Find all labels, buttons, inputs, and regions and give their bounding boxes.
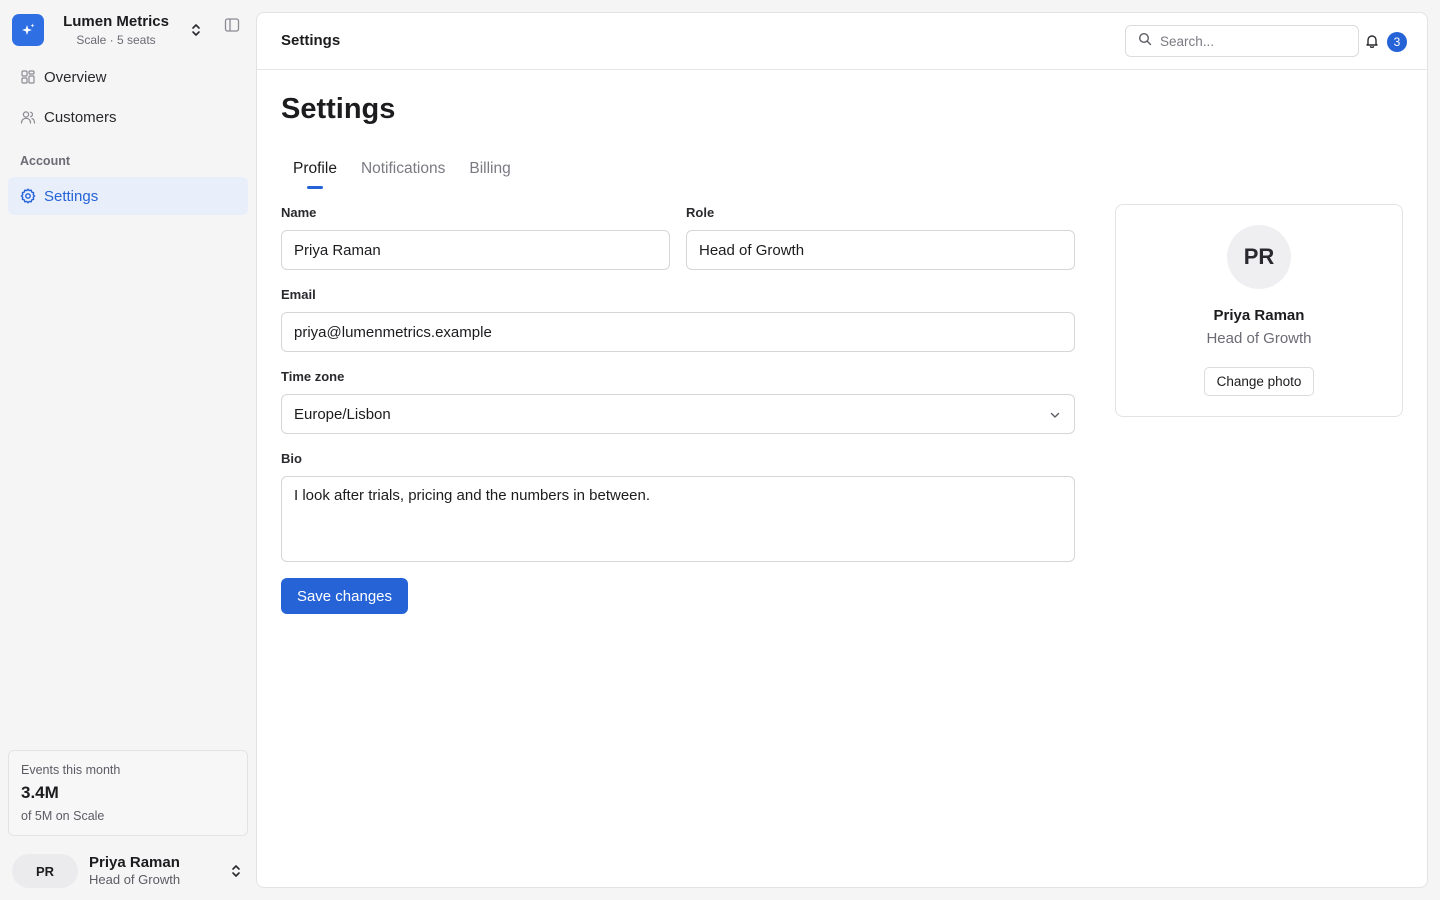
notification-badge[interactable]: 3 <box>1387 32 1407 52</box>
avatar: PR <box>12 854 78 888</box>
sidebar: Lumen Metrics Scale · 5 seats Overview C… <box>0 0 256 900</box>
user-menu[interactable]: PR Priya Raman Head of Growth <box>12 852 248 890</box>
chevron-down-icon <box>1048 408 1062 422</box>
search-input[interactable] <box>1160 33 1350 49</box>
usage-label: Events this month <box>21 763 121 777</box>
role-field[interactable] <box>686 230 1075 270</box>
user-name: Priya Raman <box>89 854 180 871</box>
workspace-switcher[interactable]: Lumen Metrics Scale · 5 seats <box>12 13 248 47</box>
settings-tabs: Profile Notifications Billing <box>281 159 523 191</box>
name-label: Name <box>281 205 317 220</box>
name-field[interactable] <box>281 230 670 270</box>
breadcrumb: Settings <box>281 32 341 49</box>
tab-notifications[interactable]: Notifications <box>349 159 457 191</box>
workspace-info: Lumen Metrics Scale · 5 seats <box>44 13 188 48</box>
page-title: Settings <box>281 93 396 125</box>
timezone-label: Time zone <box>281 369 345 384</box>
usage-value: 3.4M <box>21 783 59 802</box>
user-role: Head of Growth <box>89 872 181 887</box>
search-icon <box>1138 32 1152 51</box>
users-icon <box>20 109 36 125</box>
sidebar-item-customers[interactable]: Customers <box>8 98 248 136</box>
avatar: PR <box>1227 225 1291 289</box>
usage-card: Events this month 3.4M of 5M on Scale <box>8 750 248 836</box>
sidebar-toggle-icon[interactable] <box>224 17 240 33</box>
tab-billing[interactable]: Billing <box>457 159 522 191</box>
workspace-plan: Scale · 5 seats <box>76 32 156 47</box>
sidebar-item-label: Customers <box>44 108 117 126</box>
sparkles-icon <box>12 14 44 46</box>
email-label: Email <box>281 287 316 302</box>
bio-textarea[interactable]: I look after trials, pricing and the num… <box>281 476 1075 562</box>
sidebar-item-settings[interactable]: Settings <box>8 177 248 215</box>
sidebar-item-label: Settings <box>44 187 99 205</box>
profile-card: PR Priya Raman Head of Growth Change pho… <box>1115 204 1403 417</box>
profile-name: Priya Raman <box>1213 307 1305 324</box>
sidebar-section-account: Account <box>20 154 70 168</box>
tab-profile[interactable]: Profile <box>281 159 349 191</box>
timezone-select[interactable]: Europe/Lisbon <box>281 394 1075 434</box>
main-panel: Settings 3 Settings Profile Notification… <box>256 12 1428 888</box>
search-box[interactable] <box>1125 25 1359 57</box>
profile-role: Head of Growth <box>1206 330 1312 347</box>
email-field[interactable] <box>281 312 1075 352</box>
usage-sub: of 5M on Scale <box>21 809 105 823</box>
bell-icon[interactable] <box>1364 33 1380 49</box>
user-info: Priya Raman Head of Growth <box>89 854 180 888</box>
grid-icon <box>20 69 36 85</box>
sidebar-item-overview[interactable]: Overview <box>8 58 248 96</box>
bio-label: Bio <box>281 451 302 466</box>
chevron-updown-icon[interactable] <box>188 21 204 39</box>
timezone-value: Europe/Lisbon <box>294 405 391 423</box>
gear-icon <box>20 188 36 204</box>
topbar: Settings 3 <box>257 13 1427 70</box>
workspace-name: Lumen Metrics <box>63 12 169 30</box>
role-label: Role <box>686 205 715 220</box>
change-photo-button[interactable]: Change photo <box>1204 367 1314 396</box>
chevron-updown-icon[interactable] <box>230 862 242 880</box>
save-button[interactable]: Save changes <box>281 578 408 614</box>
sidebar-item-label: Overview <box>44 68 107 86</box>
